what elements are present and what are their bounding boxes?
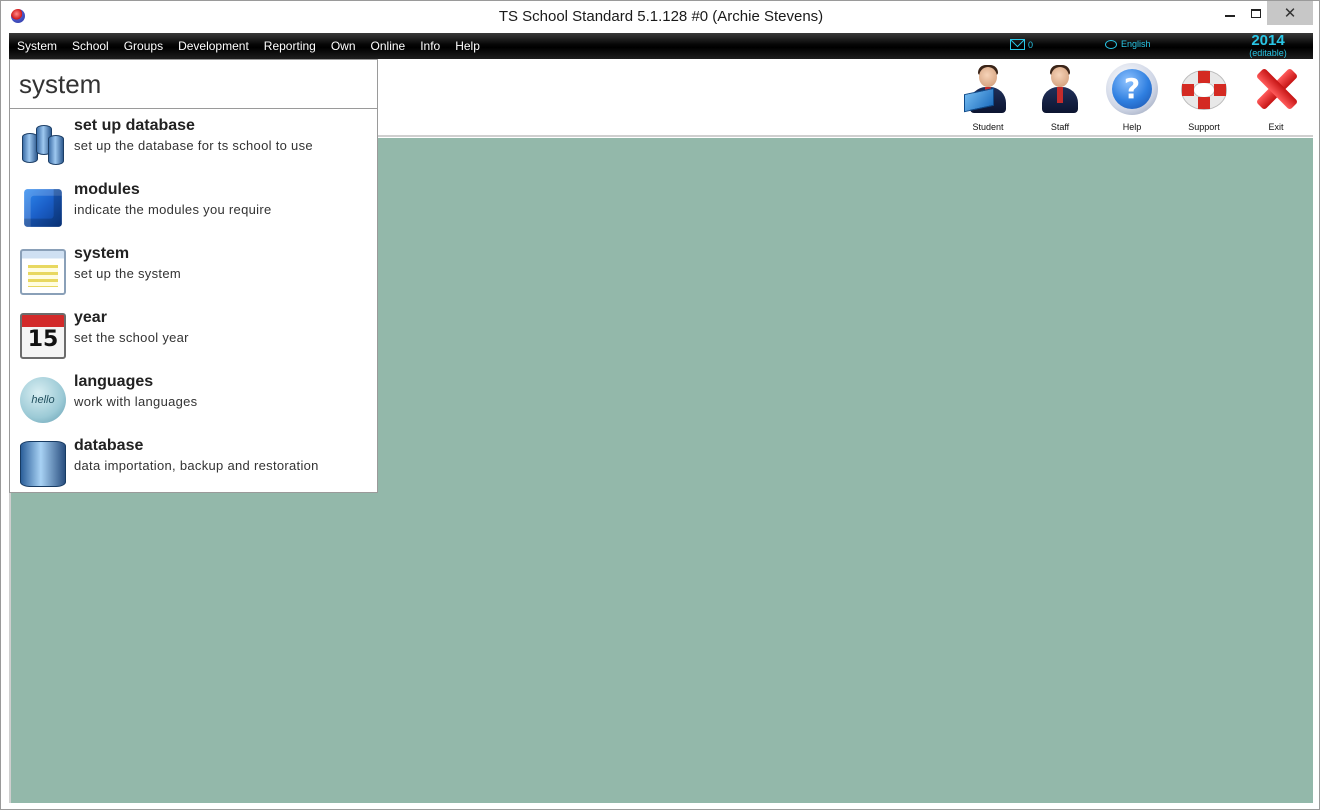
menu-school[interactable]: School — [72, 39, 109, 53]
panel-title: system — [10, 60, 377, 109]
maximize-icon — [1251, 8, 1261, 18]
mail-count: 0 — [1028, 39, 1034, 50]
app-window: TS School Standard 5.1.128 #0 (Archie St… — [0, 0, 1320, 810]
panel-item-year[interactable]: 15 year set the school year — [10, 309, 377, 373]
menu-bar: System School Groups Development Reporti… — [9, 33, 1313, 59]
help-label: Help — [1122, 122, 1142, 132]
panel-item-set-up-database[interactable]: set up database set up the database for … — [10, 117, 377, 181]
speech-bubble-icon: hello — [20, 377, 66, 423]
close-icon: ✕ — [1283, 4, 1297, 22]
panel-item-database[interactable]: database data importation, backup and re… — [10, 437, 377, 501]
item-description: set up the system — [74, 266, 181, 281]
menu-info[interactable]: Info — [420, 39, 440, 53]
speech-bubble-icon — [1105, 39, 1117, 49]
minimize-icon — [1225, 15, 1235, 17]
item-description: set the school year — [74, 330, 189, 345]
staff-label: Staff — [1050, 122, 1070, 132]
title-bar: TS School Standard 5.1.128 #0 (Archie St… — [1, 1, 1319, 32]
lifebuoy-icon — [1178, 63, 1230, 115]
language-selector[interactable]: English — [1105, 39, 1151, 49]
exit-label: Exit — [1268, 122, 1284, 132]
exit-button[interactable]: Exit — [1246, 63, 1306, 132]
mail-indicator[interactable]: 0 — [1010, 39, 1033, 50]
envelope-icon — [1010, 39, 1025, 50]
school-year: 2014 — [1251, 32, 1285, 49]
main-menu: System School Groups Development Reporti… — [17, 39, 495, 53]
menu-own[interactable]: Own — [331, 39, 356, 53]
item-description: work with languages — [74, 394, 198, 409]
support-button[interactable]: Support — [1174, 63, 1234, 132]
item-description: set up the database for ts school to use — [74, 138, 313, 153]
support-label: Support — [1188, 122, 1220, 132]
panel-item-languages[interactable]: hello languages work with languages — [10, 373, 377, 437]
menu-groups[interactable]: Groups — [124, 39, 163, 53]
calendar-icon: 15 — [20, 313, 66, 359]
panel-item-system[interactable]: system set up the system — [10, 245, 377, 309]
menu-help[interactable]: Help — [455, 39, 480, 53]
school-year-note: (editable) — [1249, 48, 1287, 58]
database-icon — [20, 441, 66, 487]
menu-system[interactable]: System — [17, 39, 57, 53]
student-button[interactable]: Student — [958, 63, 1018, 132]
close-button[interactable]: ✕ — [1267, 1, 1313, 25]
school-year-badge[interactable]: 2014 (editable) — [1245, 33, 1291, 58]
item-title: set up database — [74, 117, 195, 134]
help-button[interactable]: ? Help — [1102, 63, 1162, 132]
item-title: database — [74, 437, 144, 454]
student-icon — [962, 63, 1014, 115]
system-panel: system set up database set up the databa… — [9, 59, 378, 493]
item-description: data importation, backup and restoration — [74, 458, 319, 473]
system-window-icon — [20, 249, 66, 295]
database-setup-icon — [20, 121, 66, 167]
menu-online[interactable]: Online — [371, 39, 406, 53]
panel-item-modules[interactable]: modules indicate the modules you require — [10, 181, 377, 245]
window-title: TS School Standard 5.1.128 #0 (Archie St… — [498, 8, 824, 25]
language-label: English — [1121, 39, 1151, 49]
student-label: Student — [972, 122, 1004, 132]
item-title: languages — [74, 373, 154, 390]
staff-button[interactable]: Staff — [1030, 63, 1090, 132]
help-icon: ? — [1106, 63, 1158, 115]
item-title: year — [74, 309, 107, 326]
item-description: indicate the modules you require — [74, 202, 272, 217]
cube-icon — [24, 189, 62, 227]
item-title: system — [74, 245, 130, 262]
menu-reporting[interactable]: Reporting — [264, 39, 316, 53]
item-title: modules — [74, 181, 140, 198]
exit-x-icon — [1250, 63, 1302, 115]
staff-icon — [1034, 63, 1086, 115]
menu-development[interactable]: Development — [178, 39, 249, 53]
